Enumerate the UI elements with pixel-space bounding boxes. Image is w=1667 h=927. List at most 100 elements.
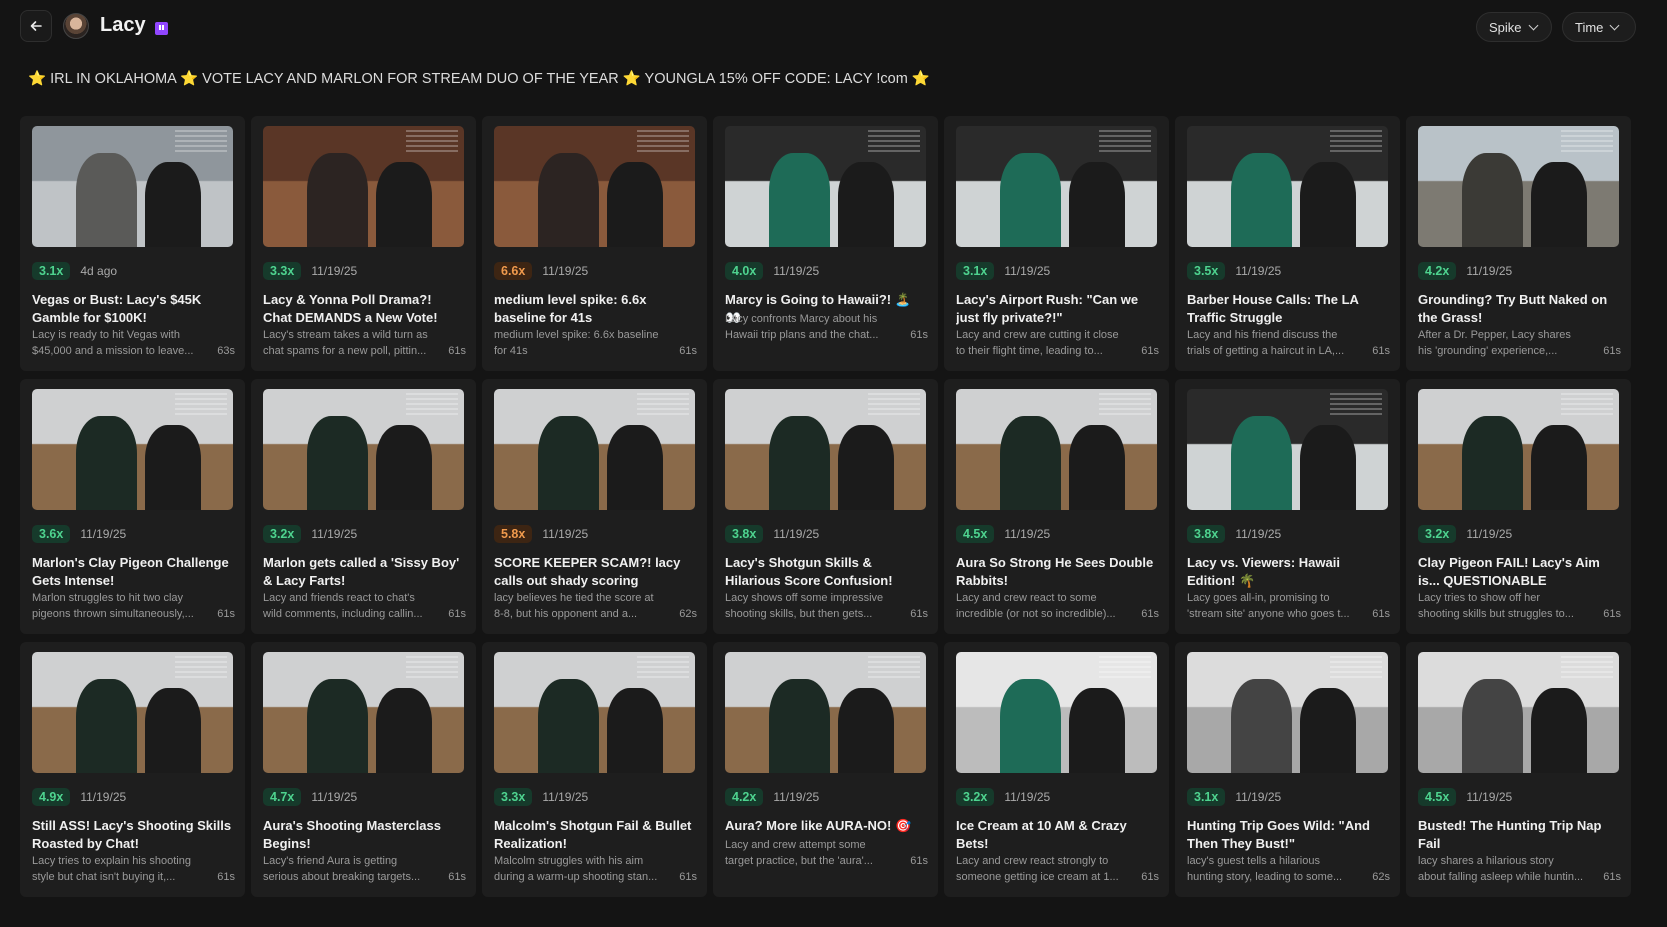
clip-date: 11/19/25 (773, 264, 820, 278)
clip-duration: 61s (448, 344, 466, 357)
clip-description: Lacy shows off some impressive shooting s… (725, 591, 902, 622)
clip-date: 11/19/25 (1235, 264, 1282, 278)
clip-card[interactable]: 4.9x 11/19/25 Still ASS! Lacy's Shooting S… (20, 642, 245, 897)
clip-duration: 61s (1603, 607, 1621, 620)
clip-thumbnail[interactable] (32, 652, 233, 773)
clip-description: Lacy and crew attempt some target practic… (725, 838, 902, 869)
clip-duration: 61s (1603, 870, 1621, 883)
clip-card[interactable]: 4.7x 11/19/25 Aura's Shooting Masterclass … (251, 642, 476, 897)
clip-card[interactable]: 3.6x 11/19/25 Marlon's Clay Pigeon Challen… (20, 379, 245, 634)
clip-card[interactable]: 3.1x 11/19/25 Hunting Trip Goes Wild: "And… (1175, 642, 1400, 897)
clip-description-line: Lacy and crew are cutting it close (956, 329, 1119, 341)
clip-thumbnail[interactable] (494, 652, 695, 773)
clip-description-line: Marlon struggles to hit two clay (32, 592, 184, 604)
clip-card[interactable]: 3.1x 4d ago Vegas or Bust: Lacy's $45K Gam… (20, 116, 245, 371)
clip-thumbnail[interactable] (263, 126, 464, 247)
clip-card[interactable]: 6.6x 11/19/25 medium level spike: 6.6x bas… (482, 116, 707, 371)
spike-badge: 3.2x (263, 525, 302, 543)
clip-description-line: Lacy confronts Marcy about his (725, 313, 878, 325)
clip-card[interactable]: 3.8x 11/19/25 Lacy vs. Viewers: Hawaii Edi… (1175, 379, 1400, 634)
clip-card[interactable]: 4.2x 11/19/25 Grounding? Try Butt Naked on… (1406, 116, 1631, 371)
clip-description-line: lacy shares a hilarious story (1418, 855, 1554, 867)
clip-duration: 61s (1141, 344, 1159, 357)
back-button[interactable] (20, 10, 52, 42)
clip-description-line: 8-8, but his opponent and a... (494, 607, 638, 620)
clip-card[interactable]: 3.2x 11/19/25 Ice Cream at 10 AM & Crazy B… (944, 642, 1169, 897)
clip-title: Marlon's Clay Pigeon Challenge Gets Inte… (32, 555, 229, 588)
clip-description: Lacy confronts Marcy about his Hawaii tri… (725, 312, 902, 343)
clip-thumbnail[interactable] (1418, 652, 1619, 773)
clip-thumbnail[interactable] (263, 652, 464, 773)
clip-thumbnail[interactable] (956, 389, 1157, 510)
clip-card[interactable]: 3.2x 11/19/25 Clay Pigeon FAIL! Lacy's Aim… (1406, 379, 1631, 634)
clip-date: 11/19/25 (1004, 264, 1051, 278)
spike-badge: 3.1x (956, 262, 995, 280)
spike-sort-dropdown[interactable]: Spike (1476, 12, 1552, 42)
clip-card[interactable]: 3.3x 11/19/25 Malcolm's Shotgun Fail & Bul… (482, 642, 707, 897)
clip-thumbnail[interactable] (725, 652, 926, 773)
clip-description-line: $45,000 and a mission to leave... (32, 344, 194, 357)
clip-description-line: someone getting ice cream at 1... (956, 870, 1119, 883)
chevron-down-icon (1609, 20, 1620, 30)
clip-description-line: After a Dr. Pepper, Lacy shares (1418, 329, 1571, 341)
spike-badge: 3.6x (32, 525, 71, 543)
clip-description: Lacy and his friend discuss the trials of… (1187, 328, 1364, 359)
clip-duration: 61s (679, 344, 697, 357)
clip-duration: 61s (448, 870, 466, 883)
clip-duration: 61s (448, 607, 466, 620)
clip-thumbnail[interactable] (494, 126, 695, 247)
clip-card[interactable]: 3.5x 11/19/25 Barber House Calls: The LA T… (1175, 116, 1400, 371)
clip-thumbnail[interactable] (725, 126, 926, 247)
clip-thumbnail[interactable] (1418, 126, 1619, 247)
arrow-left-icon (30, 21, 42, 31)
clip-description: Lacy and crew react strongly to someone g… (956, 854, 1133, 885)
clip-title: Still ASS! Lacy's Shooting Skills Roaste… (32, 818, 232, 851)
clip-date: 11/19/25 (542, 527, 589, 541)
clip-description: Lacy tries to explain his shooting style … (32, 854, 209, 885)
clip-thumbnail[interactable] (32, 389, 233, 510)
clip-title: Lacy's Airport Rush: "Can we just fly pr… (956, 292, 1139, 325)
clip-card[interactable]: 4.2x 11/19/25 Aura? More like AURA-NO! 🎯 La… (713, 642, 938, 897)
clip-title: Grounding? Try Butt Naked on the Grass! (1418, 292, 1608, 325)
spike-badge: 3.2x (1418, 525, 1457, 543)
clip-card[interactable]: 3.3x 11/19/25 Lacy & Yonna Poll Drama?! Ch… (251, 116, 476, 371)
clip-thumbnail[interactable] (1187, 126, 1388, 247)
time-dropdown-label: Time (1575, 19, 1604, 35)
clip-card[interactable]: 3.2x 11/19/25 Marlon gets called a 'Sissy … (251, 379, 476, 634)
clip-duration: 61s (910, 328, 928, 341)
clip-card[interactable]: 4.5x 11/19/25 Aura So Strong He Sees Doubl… (944, 379, 1169, 634)
clip-thumbnail[interactable] (494, 389, 695, 510)
spike-badge: 4.5x (1418, 788, 1457, 806)
clip-card[interactable]: 3.8x 11/19/25 Lacy's Shotgun Skills & Hila… (713, 379, 938, 634)
clip-card[interactable]: 5.8x 11/19/25 SCORE KEEPER SCAM?! lacy cal… (482, 379, 707, 634)
time-sort-dropdown[interactable]: Time (1562, 12, 1636, 42)
clip-thumbnail[interactable] (725, 389, 926, 510)
spike-badge: 3.1x (32, 262, 71, 280)
clip-thumbnail[interactable] (1418, 389, 1619, 510)
clip-card[interactable]: 4.5x 11/19/25 Busted! The Hunting Trip Nap… (1406, 642, 1631, 897)
clip-card[interactable]: 3.1x 11/19/25 Lacy's Airport Rush: "Can we… (944, 116, 1169, 371)
clip-title: Ice Cream at 10 AM & Crazy Bets! (956, 818, 1127, 851)
clip-description-line: Lacy and friends react to chat's (263, 592, 415, 604)
clip-date: 11/19/25 (80, 527, 127, 541)
clip-thumbnail[interactable] (956, 652, 1157, 773)
spike-badge: 3.3x (263, 262, 302, 280)
clip-duration: 61s (910, 607, 928, 620)
clip-date: 11/19/25 (1235, 790, 1282, 804)
clip-description-line: for 41s (494, 344, 528, 357)
clip-thumbnail[interactable] (1187, 652, 1388, 773)
spike-badge: 6.6x (494, 262, 533, 280)
clip-description-line: Lacy and his friend discuss the (1187, 329, 1338, 341)
clip-thumbnail[interactable] (1187, 389, 1388, 510)
clip-thumbnail[interactable] (956, 126, 1157, 247)
clip-description: After a Dr. Pepper, Lacy shares his 'grou… (1418, 328, 1595, 359)
clip-description-line: Lacy tries to show off her (1418, 592, 1541, 604)
clip-thumbnail[interactable] (263, 389, 464, 510)
clip-description: lacy's guest tells a hilarious hunting st… (1187, 854, 1364, 885)
clip-card[interactable]: 4.0x 11/19/25 Marcy is Going to Hawaii?! 🏝… (713, 116, 938, 371)
clip-date: 11/19/25 (773, 790, 820, 804)
clip-description-line: 'stream site' anyone who goes t... (1187, 607, 1350, 620)
clip-grid: 3.1x 4d ago Vegas or Bust: Lacy's $45K Gam… (20, 116, 1638, 897)
clip-thumbnail[interactable] (32, 126, 233, 247)
clip-date: 11/19/25 (80, 790, 127, 804)
